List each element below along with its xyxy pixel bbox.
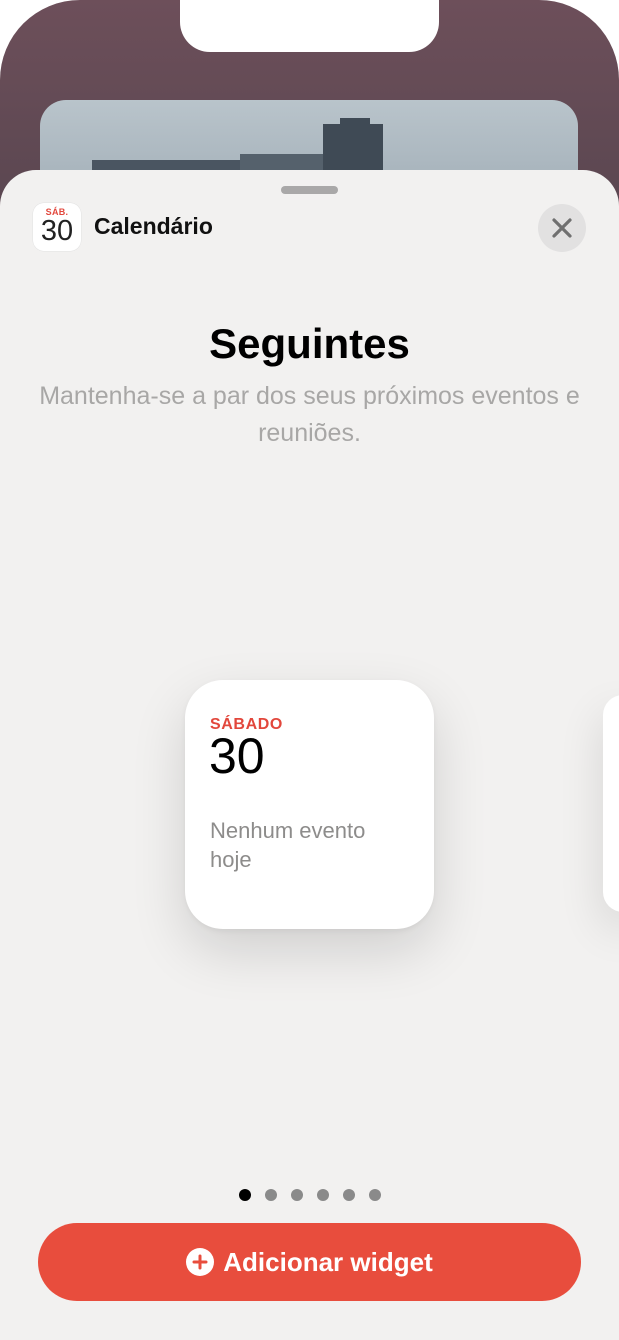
calendar-widget-preview[interactable]: SÁBADO 30 Nenhum evento hoje bbox=[185, 680, 434, 929]
add-widget-label: Adicionar widget bbox=[223, 1246, 433, 1277]
close-button[interactable] bbox=[538, 204, 586, 252]
notch bbox=[180, 0, 439, 52]
app-name: Calendário bbox=[94, 213, 213, 239]
widget-title: Seguintes bbox=[209, 320, 410, 367]
page-dot[interactable] bbox=[342, 1189, 355, 1201]
close-icon bbox=[552, 218, 572, 238]
sheet-grabber[interactable] bbox=[281, 186, 338, 194]
next-widget-preview[interactable] bbox=[603, 695, 619, 912]
widget-gallery-sheet: SÁB. 30 Calendário Seguintes Mantenha-se… bbox=[0, 170, 619, 1340]
page-dot[interactable] bbox=[316, 1189, 329, 1201]
page-dot[interactable] bbox=[264, 1189, 277, 1201]
add-widget-button[interactable]: Adicionar widget bbox=[38, 1223, 581, 1301]
app-icon-date: 30 bbox=[40, 215, 74, 247]
widget-date: 30 bbox=[209, 728, 265, 784]
widget-description: Mantenha-se a par dos seus próximos even… bbox=[39, 382, 580, 447]
plus-circle-icon bbox=[186, 1248, 215, 1276]
page-indicator[interactable] bbox=[0, 1189, 619, 1201]
page-dot[interactable] bbox=[368, 1189, 381, 1201]
calendar-app-icon: SÁB. 30 bbox=[33, 203, 81, 251]
page-dot[interactable] bbox=[238, 1189, 251, 1201]
page-dot[interactable] bbox=[290, 1189, 303, 1201]
widget-message: Nenhum evento hoje bbox=[210, 818, 366, 872]
